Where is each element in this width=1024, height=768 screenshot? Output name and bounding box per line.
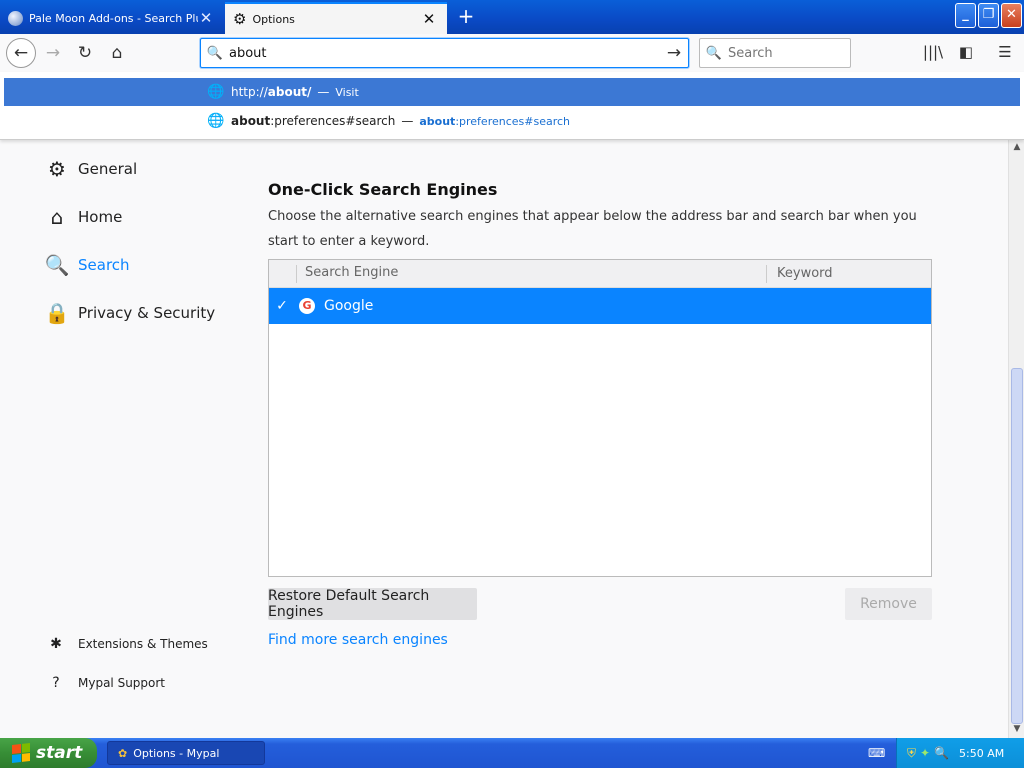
category-label: General	[78, 160, 138, 178]
search-bar[interactable]: 🔍	[699, 38, 851, 68]
new-tab-button[interactable]: +	[455, 4, 477, 28]
scroll-down-icon[interactable]: ▼	[1009, 724, 1024, 734]
sidebar-icon[interactable]: ◧	[955, 43, 977, 65]
url-input[interactable]	[229, 45, 660, 61]
tab-pale-moon-addons[interactable]: Pale Moon Add-ons - Search Plugins ✕	[0, 2, 224, 34]
gear-icon: ⚙	[48, 157, 66, 181]
system-tray: ⛨ ✦ 🔍 5:50 AM	[896, 738, 1024, 768]
find-more-engines-link[interactable]: Find more search engines	[268, 632, 448, 648]
url-prefix: http://	[231, 85, 268, 99]
url-match: about	[231, 114, 271, 128]
vertical-scrollbar[interactable]: ▲ ▼	[1008, 140, 1024, 738]
close-tab-icon[interactable]: ✕	[198, 9, 214, 27]
remove-button[interactable]: Remove	[845, 588, 932, 620]
checkbox-column-header	[269, 264, 297, 283]
preferences-page: ⚙ General ⌂ Home 🔍 Search 🔒 Privacy & Se…	[0, 140, 1008, 738]
globe-icon: 🌐	[207, 113, 225, 129]
search-input[interactable]	[728, 45, 838, 61]
scrollbar-thumb[interactable]	[1011, 368, 1023, 724]
category-privacy[interactable]: 🔒 Privacy & Security	[44, 300, 216, 326]
search-icon: 🔍	[44, 253, 70, 277]
clock: 5:50 AM	[959, 746, 1005, 760]
separator: —	[317, 85, 330, 99]
search-icon: 🔍	[705, 45, 723, 61]
minimize-button[interactable]: _	[955, 3, 976, 28]
taskbar-window-label: Options - Mypal	[133, 746, 220, 760]
check-icon[interactable]: ✓	[271, 298, 293, 314]
section-heading: One-Click Search Engines	[268, 180, 498, 199]
google-icon: G	[299, 298, 315, 314]
navigation-toolbar: ← → ↻ ⌂ 🔍 → 🔍 |||\ ◧ ☰	[0, 34, 1024, 72]
home-button[interactable]: ⌂	[103, 39, 131, 67]
action-label: Visit	[335, 85, 359, 99]
home-icon: ⌂	[50, 205, 64, 229]
globe-icon: 🌐	[207, 84, 225, 100]
autocomplete-item-preferences[interactable]: 🌐 about:preferences#search — about:prefe…	[4, 107, 1020, 135]
column-header-keyword[interactable]: Keyword	[767, 266, 833, 281]
taskbar-window-mypal[interactable]: ✿ Options - Mypal	[107, 741, 265, 765]
taskbar: start ✿ Options - Mypal ⌨ ⛨ ✦ 🔍 5:50 AM	[0, 738, 1024, 768]
network-icon[interactable]: ✦	[920, 746, 930, 761]
library-icon[interactable]: |||\	[922, 43, 944, 65]
category-label: Search	[78, 256, 130, 274]
category-label: Privacy & Security	[78, 304, 216, 322]
mypal-icon: ✿	[118, 746, 128, 760]
go-arrow-icon[interactable]: →	[660, 43, 688, 63]
back-button[interactable]: ←	[6, 38, 36, 68]
category-home[interactable]: ⌂ Home	[44, 204, 123, 230]
separator: —	[401, 114, 414, 128]
windows-logo-icon	[12, 743, 30, 763]
start-label: start	[36, 743, 83, 763]
category-label: Home	[78, 208, 123, 226]
tab-strip: Pale Moon Add-ons - Search Plugins ✕ ⚙ O…	[0, 0, 1024, 34]
autocomplete-item-visit[interactable]: 🌐 http://about/ — Visit	[4, 78, 1020, 106]
help-icon: ?	[52, 675, 60, 691]
lock-icon: 🔒	[44, 301, 70, 325]
close-window-button[interactable]: ✕	[1001, 3, 1022, 28]
start-button[interactable]: start	[0, 738, 97, 768]
search-engines-tree[interactable]: Search Engine Keyword ✓ G Google	[268, 259, 932, 577]
category-general[interactable]: ⚙ General	[44, 156, 137, 182]
globe-icon	[8, 10, 23, 26]
menu-icon[interactable]: ☰	[994, 43, 1016, 65]
close-tab-icon[interactable]: ✕	[421, 10, 437, 28]
keyboard-icon[interactable]: ⌨	[868, 746, 885, 760]
gear-icon: ⚙	[233, 10, 247, 28]
window-controls: _ ❐ ✕	[955, 3, 1022, 28]
restore-button[interactable]: ❐	[978, 3, 999, 28]
security-shield-icon[interactable]: ⛨	[907, 746, 916, 761]
footer-label: Mypal Support	[78, 676, 166, 690]
puzzle-icon: ✱	[50, 636, 62, 652]
action-url: about:preferences#search	[419, 114, 571, 128]
scroll-up-icon[interactable]: ▲	[1009, 142, 1024, 152]
tab-title: Options	[252, 12, 295, 26]
forward-button[interactable]: →	[39, 39, 67, 67]
tab-title: Pale Moon Add-ons - Search Plugins	[29, 11, 198, 25]
extensions-themes-link[interactable]: ✱ Extensions & Themes	[46, 636, 208, 652]
category-search[interactable]: 🔍 Search	[44, 252, 130, 278]
support-link[interactable]: ? Mypal Support	[46, 675, 165, 691]
tree-header: Search Engine Keyword	[269, 260, 931, 288]
section-description: Choose the alternative search engines th…	[268, 209, 917, 249]
tab-options[interactable]: ⚙ Options ✕	[225, 2, 447, 34]
search-tray-icon[interactable]: 🔍	[934, 746, 949, 761]
search-icon: 🔍	[206, 45, 224, 61]
url-match: about/	[267, 85, 312, 99]
url-autocomplete-popup: 🌐 http://about/ — Visit 🌐 about:preferen…	[0, 72, 1024, 140]
url-bar[interactable]: 🔍 →	[200, 38, 689, 68]
engine-name: Google	[324, 298, 374, 314]
footer-label: Extensions & Themes	[78, 637, 208, 651]
restore-defaults-button[interactable]: Restore Default Search Engines	[268, 588, 477, 620]
url-rest: :preferences#search	[270, 114, 396, 128]
table-row[interactable]: ✓ G Google	[269, 288, 931, 324]
column-header-engine[interactable]: Search Engine	[297, 264, 767, 283]
reload-button[interactable]: ↻	[71, 39, 99, 67]
